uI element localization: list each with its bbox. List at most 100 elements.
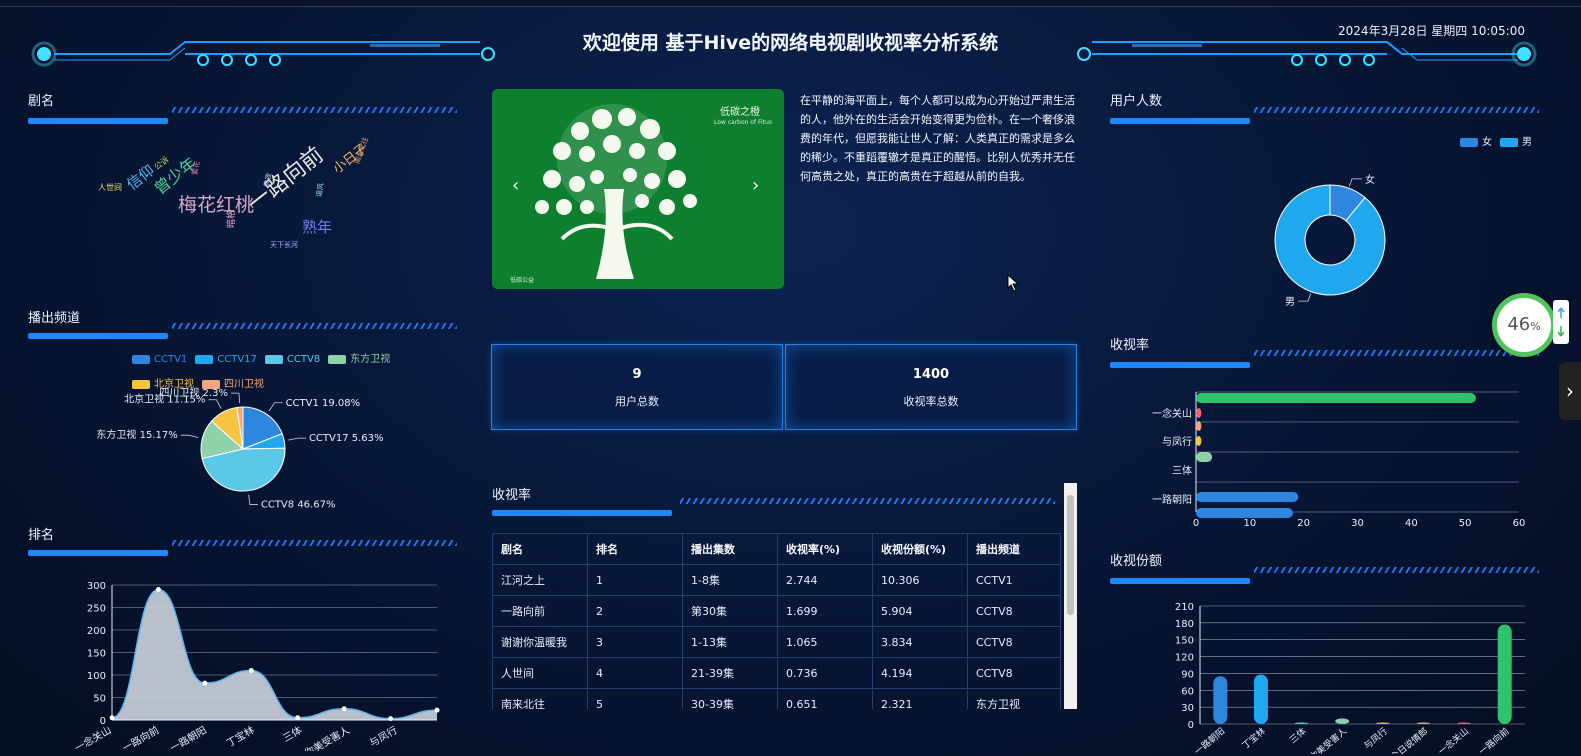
bar[interactable] bbox=[1497, 624, 1512, 724]
data-point[interactable] bbox=[341, 706, 347, 712]
legend-swatch bbox=[195, 354, 214, 364]
panel-title-ratings-bar: 收视率 bbox=[1110, 338, 1150, 353]
bar[interactable] bbox=[1294, 722, 1309, 725]
legend-item[interactable]: CCTV1 bbox=[132, 354, 187, 365]
drama-word-cloud: 梅花红桃 一路向前 信仰 曾少年 熟年 小日子 人世间 公诉 繁花 前夜 南来北往 追风 暗格 天下长河 bbox=[90, 136, 410, 260]
data-point[interactable] bbox=[434, 707, 440, 713]
x-tick-label: 20 bbox=[1297, 518, 1310, 529]
x-tick-label: 丁宝林 bbox=[1239, 725, 1267, 752]
y-tick-label: 100 bbox=[87, 671, 106, 682]
scrollbar-thumb[interactable] bbox=[1067, 495, 1074, 615]
table-cell: 2.321 bbox=[872, 688, 968, 709]
panel-title-drama-names: 剧名 bbox=[28, 94, 55, 109]
x-tick-label: 今日说情郎 bbox=[1388, 725, 1430, 754]
bar[interactable] bbox=[1196, 421, 1202, 431]
y-tick-label: 50 bbox=[93, 694, 106, 705]
bar[interactable] bbox=[1196, 492, 1299, 502]
x-tick-label: 你美受害人 bbox=[302, 723, 352, 751]
bar[interactable] bbox=[1213, 676, 1228, 724]
table-scrollbar[interactable] bbox=[1064, 483, 1077, 709]
donut-label-line bbox=[1348, 178, 1363, 187]
side-panel-toggle[interactable]: › bbox=[1559, 362, 1581, 420]
y-tick-label: 与凤行 bbox=[1162, 435, 1192, 448]
data-point[interactable] bbox=[155, 587, 161, 592]
pie-label-line bbox=[208, 399, 222, 409]
legend-item[interactable]: CCTV17 bbox=[195, 354, 257, 365]
bar[interactable] bbox=[1196, 408, 1202, 418]
x-tick-label: 与凤行 bbox=[1361, 725, 1389, 752]
ratings-table-container[interactable]: 剧名 排名 播出集数 收视率(%) 收视份额(%) 播出频道 江河之上 1 1-8集… bbox=[492, 533, 1062, 709]
bar[interactable] bbox=[1196, 452, 1213, 462]
area-fill bbox=[112, 589, 437, 720]
stat-card-users: 9 用户总数 bbox=[491, 344, 783, 430]
x-tick-label: 10 bbox=[1243, 518, 1256, 529]
pie-label-line bbox=[230, 392, 241, 404]
panel-underline bbox=[1110, 362, 1250, 368]
x-tick-label: 0 bbox=[1193, 518, 1199, 529]
widget-arrows[interactable] bbox=[1553, 300, 1569, 344]
word-cloud-term: 暗格 bbox=[227, 209, 237, 228]
legend-label: 东方卫视 bbox=[350, 354, 391, 365]
panel-title-ratings-table: 收视率 bbox=[492, 488, 532, 503]
y-tick-label: 150 bbox=[1175, 636, 1194, 647]
carousel-next-button[interactable]: › bbox=[752, 175, 759, 196]
ratings-table: 剧名 排名 播出集数 收视率(%) 收视份额(%) 播出频道 江河之上 1 1-8集… bbox=[492, 533, 1061, 709]
panel-hatch bbox=[172, 107, 457, 113]
panel-hatch bbox=[1254, 350, 1539, 356]
y-tick-label: 0 bbox=[100, 716, 106, 727]
table-row[interactable]: 江河之上 1 1-8集 2.744 10.306 CCTV1 bbox=[492, 564, 1061, 596]
panel-title-channels: 播出频道 bbox=[28, 311, 81, 326]
bar[interactable] bbox=[1196, 508, 1293, 518]
word-cloud-term: 一路向前 bbox=[243, 142, 329, 217]
table-cell: 1 bbox=[587, 564, 683, 596]
data-point[interactable] bbox=[202, 680, 208, 686]
pie-slice-label: CCTV8 46.67% bbox=[261, 500, 336, 510]
table-header: 收视份额(%) bbox=[872, 533, 968, 565]
bar[interactable] bbox=[1253, 674, 1268, 724]
table-row[interactable]: 人世间 4 21-39集 0.736 4.194 CCTV8 bbox=[492, 657, 1061, 689]
word-cloud-term: 人世间 bbox=[98, 183, 122, 192]
y-tick-label: 一路朝阳 bbox=[1152, 493, 1192, 506]
banner-carousel[interactable]: 低碳之橙 Low carbon of Fitus 低碳公益 ‹ › bbox=[492, 89, 784, 289]
donut-label-line bbox=[1297, 293, 1312, 302]
bar[interactable] bbox=[1335, 718, 1350, 724]
table-cell: CCTV1 bbox=[967, 564, 1061, 596]
bar[interactable] bbox=[1416, 722, 1431, 725]
donut-slice[interactable] bbox=[1274, 184, 1386, 296]
table-cell: 3 bbox=[587, 626, 683, 658]
pie-slice-label: 东方卫视 15.17% bbox=[96, 428, 177, 441]
y-tick-label: 250 bbox=[87, 604, 106, 615]
donut-slice-label: 男 bbox=[1285, 296, 1295, 308]
table-cell: 谢谢你温暖我 bbox=[492, 626, 588, 658]
panel-hatch bbox=[1254, 107, 1539, 113]
x-tick-label: 一路向前 bbox=[1476, 725, 1511, 754]
legend-item[interactable]: 男 bbox=[1500, 137, 1532, 148]
percent-unit: % bbox=[1530, 320, 1541, 333]
legend-item[interactable]: CCTV8 bbox=[264, 354, 321, 365]
table-cell: 江河之上 bbox=[492, 564, 588, 596]
table-row[interactable]: 南来北往 5 30-39集 0.651 2.321 东方卫视 bbox=[492, 688, 1061, 709]
carousel-prev-button[interactable]: ‹ bbox=[512, 175, 519, 196]
bar[interactable] bbox=[1457, 722, 1472, 725]
legend-item[interactable]: 东方卫视 bbox=[328, 354, 390, 365]
table-cell: 人世间 bbox=[492, 657, 588, 689]
table-header: 剧名 bbox=[492, 533, 588, 565]
table-cell: 21-39集 bbox=[682, 657, 778, 689]
bar[interactable] bbox=[1196, 393, 1476, 403]
legend-item[interactable]: 女 bbox=[1460, 137, 1492, 148]
bar[interactable] bbox=[1375, 722, 1390, 725]
table-row[interactable]: 一路向前 2 第30集 1.699 5.904 CCTV8 bbox=[492, 595, 1061, 627]
legend-label: CCTV1 bbox=[154, 354, 188, 365]
pie-slice-label: CCTV1 19.08% bbox=[286, 398, 361, 409]
x-tick-label: 你美受害人 bbox=[1307, 725, 1349, 754]
bar[interactable] bbox=[1196, 436, 1202, 446]
panel-underline bbox=[1110, 578, 1250, 584]
panel-hatch bbox=[172, 540, 457, 546]
data-point[interactable] bbox=[248, 668, 254, 673]
table-cell: 1.065 bbox=[777, 626, 873, 658]
table-row[interactable]: 谢谢你温暖我 3 1-13集 1.065 3.834 CCTV8 bbox=[492, 626, 1061, 658]
legend-label: CCTV8 bbox=[286, 354, 321, 365]
performance-percent-widget[interactable]: 46% bbox=[1492, 293, 1556, 357]
panel-hatch bbox=[1254, 567, 1539, 573]
y-tick-label: 一念关山 bbox=[1152, 407, 1192, 420]
